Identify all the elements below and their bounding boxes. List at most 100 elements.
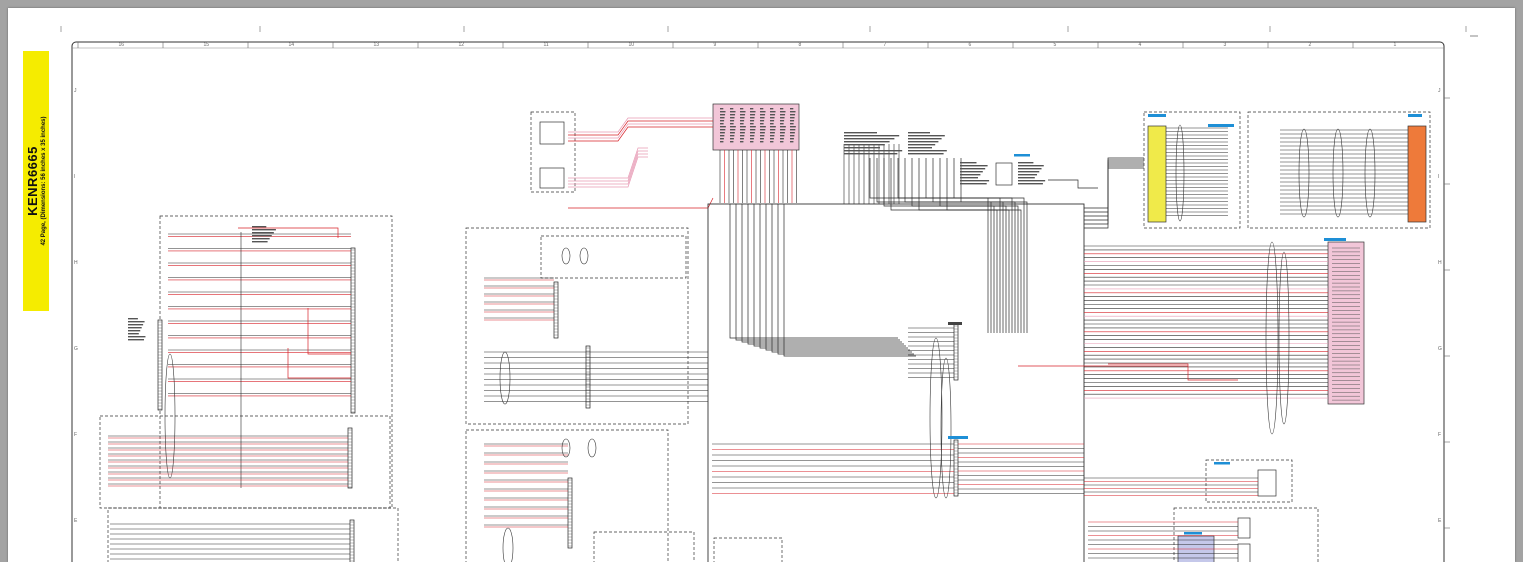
zone-label-column: 9 [713,42,717,48]
wire-right-feed [1084,167,1144,229]
connector-label-group [844,138,895,140]
wire-label-group [252,229,276,231]
pink-module-labels [720,114,726,116]
connector-center-left [553,281,559,339]
wire-main-route [753,204,906,347]
wire-main-route [729,204,898,339]
pink-module-labels [730,111,736,113]
wire-label-group [128,330,141,332]
pink-module-labels [770,126,776,128]
zone-label-row: E [1438,518,1442,524]
pink-module-labels [760,117,765,119]
pink-module-labels [780,108,784,110]
zone-label-column: 16 [118,42,125,48]
pink-module-labels [780,111,786,113]
wire-main-route [777,204,914,355]
pink-module-labels [750,126,756,128]
wire-label-group [252,241,268,243]
connector-tag [948,322,962,325]
zone-label-column: 6 [968,42,972,48]
pink-module-labels [770,117,775,119]
pink-module-labels [770,129,776,131]
wire-main-route [771,204,912,353]
connector-label-group [960,180,990,182]
zone-label-row: F [74,432,78,438]
connector-lower-left [347,427,353,489]
wire-label-group [252,232,274,234]
pink-module-labels [790,117,795,119]
twisted-pair-marker [561,247,571,265]
pink-module-labels [720,141,724,143]
pink-module-labels [750,135,755,137]
connector-center-lower [585,345,591,409]
connector-label-group [960,171,983,173]
pink-module-labels [740,117,745,119]
zone-label-column: 12 [458,42,465,48]
wire-sensor-route [568,150,648,182]
pink-module-labels [730,108,734,110]
module-boundary-center-bottom [465,429,669,562]
pink-module-labels [750,111,756,113]
pink-module-labels [790,126,796,128]
pink-module-labels [750,141,754,143]
zone-label-column: 2 [1308,42,1312,48]
connector-label-group [844,144,885,146]
connector-label-group [908,147,932,149]
connector-label-group [844,132,877,134]
pink-module-labels [740,132,745,134]
pink-module-labels [720,138,724,140]
pink-module-labels [740,126,746,128]
pink-module-labels [740,114,746,116]
pink-module-labels [790,120,795,122]
pink-module-labels [770,108,774,110]
pink-module-labels [770,132,775,134]
wire-sensor-route [568,117,713,133]
wire-label-group [128,336,146,338]
pink-module-labels [780,126,786,128]
pink-module-labels [790,141,794,143]
blue-connector-tag [948,436,968,439]
pink-module-labels [770,114,776,116]
connector-bottom-left [349,519,355,562]
pink-module-labels [780,114,786,116]
schematic-sheet[interactable]: KENR6665 42 Page, (Dimensions: 56 inches… [8,8,1515,562]
connector-label-group [1018,165,1044,167]
blue-connector-tag [1184,532,1202,535]
pink-ecm-connector [1327,241,1365,405]
connector-label-group [844,150,903,152]
zone-label-column: 5 [1053,42,1057,48]
pink-module-labels [720,135,725,137]
pink-module-labels [730,129,736,131]
pink-module-labels [750,129,756,131]
zone-label-row: H [74,260,78,266]
connector-label-group [908,141,939,143]
wire-sensor-route [568,123,713,139]
pink-module-labels [760,123,764,125]
connector-label-group [908,150,947,152]
pink-module-labels [790,108,794,110]
pink-module-labels [790,129,796,131]
pink-module-labels [790,135,795,137]
pink-module-labels [720,111,726,113]
pink-module-labels [730,132,735,134]
pink-module-labels [780,135,785,137]
blue-connector-tag [1014,154,1030,157]
wire-right-feed [1084,165,1144,225]
zone-label-row: I [74,174,76,180]
pink-module-labels [730,126,736,128]
module-boundary-center-left [465,227,689,425]
connector-label-group [1018,177,1035,179]
connector-label-group [908,135,945,137]
connector-engine-ecm [350,247,356,414]
wire-sensor-route [568,156,648,188]
pink-module-labels [720,129,726,131]
connector-left-main [157,319,163,411]
wire-label-group [252,238,270,240]
connector-label-group [960,168,986,170]
pink-module-labels [740,123,744,125]
sensor-box [1237,517,1251,539]
wire-label-group [128,321,145,323]
schematic-body [99,35,1478,562]
zone-label-column: 15 [203,42,210,48]
pink-module-labels [740,135,745,137]
